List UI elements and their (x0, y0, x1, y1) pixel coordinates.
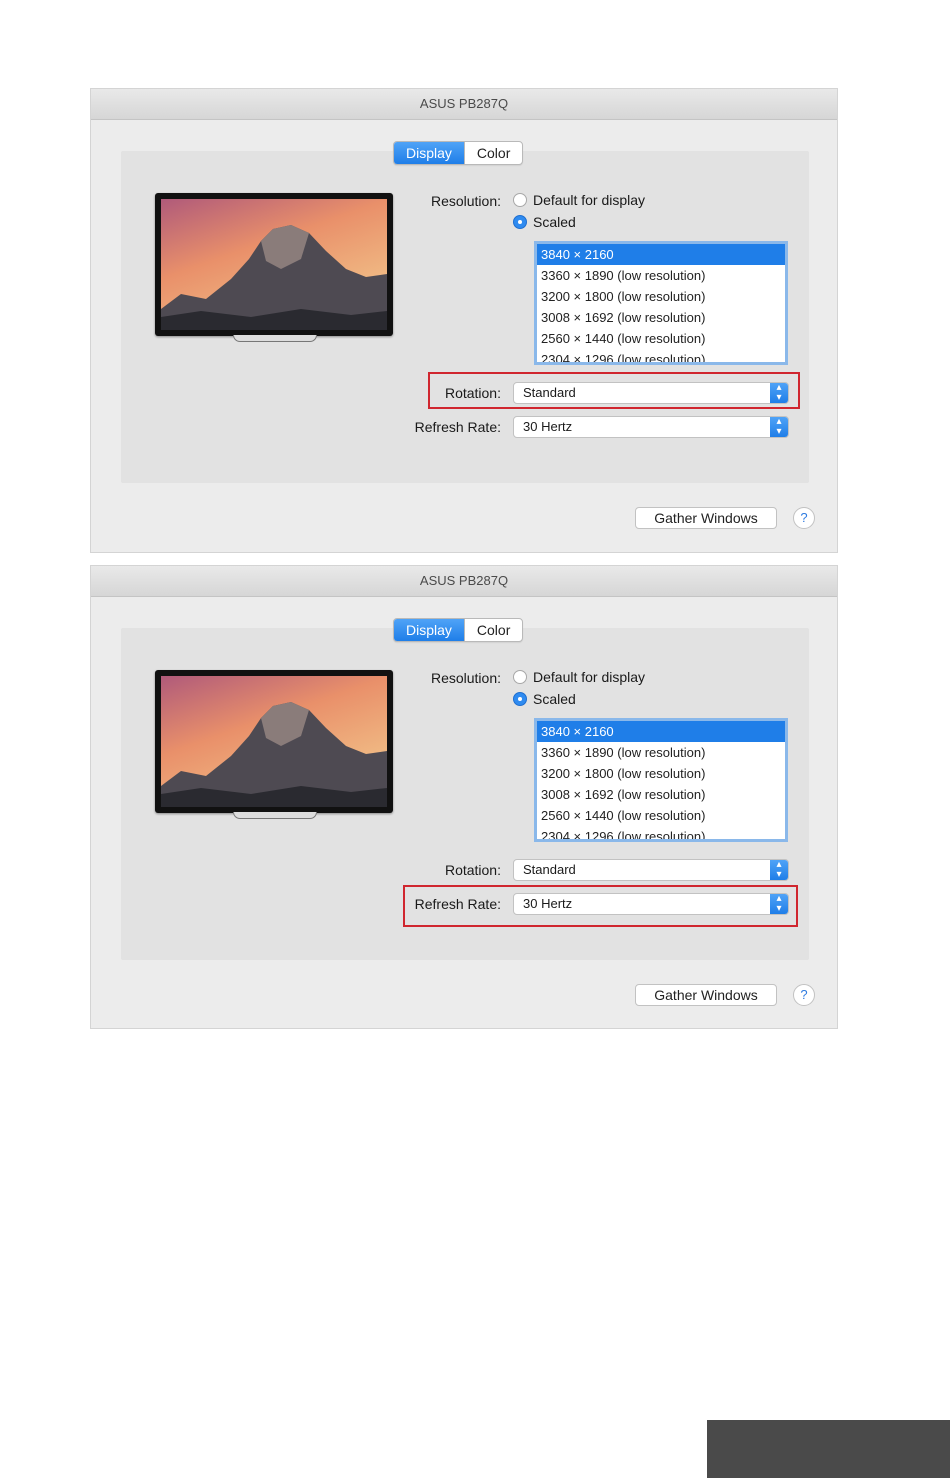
chevron-up-down-icon: ▴ ▾ (770, 383, 788, 403)
tab-display[interactable]: Display (394, 619, 464, 641)
rotation-dropdown[interactable]: Standard ▴ ▾ (513, 382, 789, 404)
list-item[interactable]: 2304 × 1296 (low resolution) (537, 349, 785, 362)
list-item[interactable]: 3840 × 2160 (537, 721, 785, 742)
page-corner-tab (707, 1420, 950, 1478)
radio-button-off[interactable] (513, 670, 527, 684)
radio-label: Default for display (533, 669, 646, 685)
resolution-label: Resolution: (430, 193, 501, 209)
tab-bar: Display Color (393, 618, 524, 642)
radio-default-for-display[interactable]: Default for display (513, 669, 645, 685)
refresh-rate-dropdown[interactable]: 30 Hertz ▴ ▾ (513, 893, 789, 915)
radio-button-on[interactable] (513, 215, 527, 229)
desktop-wallpaper-image (161, 676, 387, 807)
tab-display[interactable]: Display (394, 142, 464, 164)
radio-label: Default for display (533, 192, 646, 208)
window-title: ASUS PB287Q (91, 89, 837, 120)
radio-button-off[interactable] (513, 193, 527, 207)
monitor-stand (233, 812, 317, 819)
radio-label: Scaled (533, 214, 576, 230)
radio-scaled[interactable]: Scaled (513, 691, 576, 707)
tab-bar: Display Color (393, 141, 524, 165)
radio-label: Scaled (533, 691, 576, 707)
resolution-label: Resolution: (430, 670, 501, 686)
list-item[interactable]: 2560 × 1440 (low resolution) (537, 328, 785, 349)
gather-windows-button[interactable]: Gather Windows (635, 984, 777, 1006)
rotation-label: Rotation: (444, 385, 501, 401)
resolution-list[interactable]: 3840 × 2160 3360 × 1890 (low resolution)… (534, 718, 788, 842)
list-item[interactable]: 3008 × 1692 (low resolution) (537, 784, 785, 805)
list-item[interactable]: 3840 × 2160 (537, 244, 785, 265)
list-item[interactable]: 3200 × 1800 (low resolution) (537, 286, 785, 307)
monitor-stand (233, 335, 317, 342)
refresh-rate-value: 30 Hertz (523, 896, 573, 911)
chevron-up-down-icon: ▴ ▾ (770, 894, 788, 914)
resolution-list[interactable]: 3840 × 2160 3360 × 1890 (low resolution)… (534, 241, 788, 365)
desktop-wallpaper-image (161, 199, 387, 330)
monitor-preview (155, 193, 393, 336)
window-title: ASUS PB287Q (91, 566, 837, 597)
tab-color[interactable]: Color (463, 142, 522, 164)
rotation-label: Rotation: (444, 862, 501, 878)
list-item[interactable]: 3200 × 1800 (low resolution) (537, 763, 785, 784)
radio-scaled[interactable]: Scaled (513, 214, 576, 230)
display-settings-window-2: ASUS PB287Q Display Color Resolution: De… (90, 565, 838, 1029)
monitor-preview (155, 670, 393, 813)
refresh-rate-label: Refresh Rate: (414, 896, 501, 912)
help-icon[interactable]: ? (793, 507, 815, 529)
refresh-rate-dropdown[interactable]: 30 Hertz ▴ ▾ (513, 416, 789, 438)
chevron-up-down-icon: ▴ ▾ (770, 417, 788, 437)
help-icon[interactable]: ? (793, 984, 815, 1006)
chevron-up-down-icon: ▴ ▾ (770, 860, 788, 880)
list-item[interactable]: 3360 × 1890 (low resolution) (537, 265, 785, 286)
list-item[interactable]: 2560 × 1440 (low resolution) (537, 805, 785, 826)
rotation-dropdown[interactable]: Standard ▴ ▾ (513, 859, 789, 881)
rotation-value: Standard (523, 862, 576, 877)
display-settings-window-1: ASUS PB287Q Display Color Resolution: De… (90, 88, 838, 553)
radio-default-for-display[interactable]: Default for display (513, 192, 645, 208)
refresh-rate-value: 30 Hertz (523, 419, 573, 434)
gather-windows-button[interactable]: Gather Windows (635, 507, 777, 529)
tab-color[interactable]: Color (463, 619, 522, 641)
refresh-rate-label: Refresh Rate: (414, 419, 501, 435)
list-item[interactable]: 3008 × 1692 (low resolution) (537, 307, 785, 328)
list-item[interactable]: 2304 × 1296 (low resolution) (537, 826, 785, 839)
radio-button-on[interactable] (513, 692, 527, 706)
list-item[interactable]: 3360 × 1890 (low resolution) (537, 742, 785, 763)
rotation-value: Standard (523, 385, 576, 400)
